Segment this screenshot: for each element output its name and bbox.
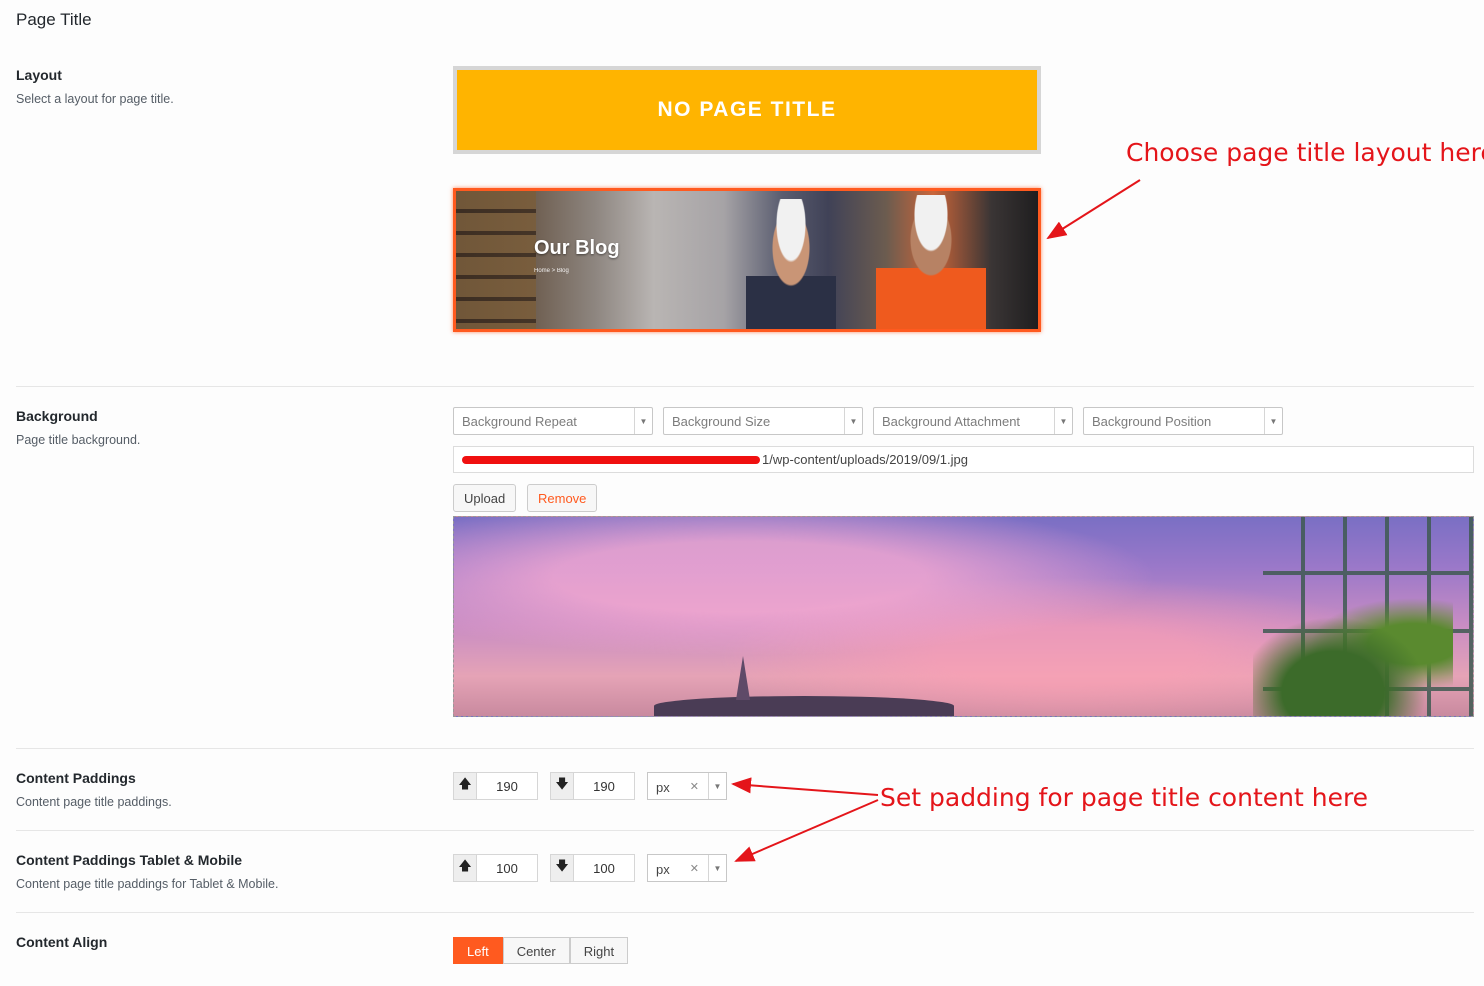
divider (16, 386, 1474, 387)
hill-silhouette (654, 696, 954, 716)
chevron-down-icon: ▼ (1054, 408, 1072, 434)
arrow-up-icon: 🡅 (453, 772, 477, 800)
mobile-padding-top-input[interactable]: 100 (477, 854, 538, 882)
content-paddings-mobile-label: Content Paddings Tablet & Mobile (16, 852, 243, 868)
mobile-padding-bottom-group: 🡇 100 (550, 854, 635, 882)
content-align-buttons: Left Center Right (453, 937, 629, 964)
clear-icon[interactable]: ✕ (690, 780, 699, 793)
divider (16, 830, 1474, 831)
padding-bottom-input[interactable]: 190 (574, 772, 635, 800)
divider (16, 912, 1474, 913)
annotation-layout: Choose page title layout here (1126, 138, 1484, 167)
background-label: Background (16, 408, 98, 424)
arrow-down-icon: 🡇 (550, 854, 574, 882)
arrow-to-padding (731, 777, 879, 796)
chevron-down-icon: ▼ (708, 855, 726, 881)
padding-bottom-group: 🡇 190 (550, 772, 635, 800)
background-attachment-placeholder: Background Attachment (882, 414, 1021, 429)
arrow-to-layout (1046, 179, 1141, 240)
background-size-select[interactable]: Background Size ▼ (663, 407, 863, 435)
pagoda-spire (736, 656, 750, 700)
layout-label: Layout (16, 67, 62, 83)
page-title: Page Title (16, 10, 92, 29)
padding-unit-select[interactable]: px ✕ ▼ (647, 772, 727, 800)
mobile-padding-top-group: 🡅 100 (453, 854, 538, 882)
chevron-down-icon: ▼ (1264, 408, 1282, 434)
align-right-button[interactable]: Right (569, 937, 629, 964)
content-paddings-label: Content Paddings (16, 770, 136, 786)
redaction-mark (462, 456, 760, 464)
warehouse-shelf-image (456, 191, 536, 329)
background-repeat-select[interactable]: Background Repeat ▼ (453, 407, 653, 435)
mobile-padding-bottom-input[interactable]: 100 (574, 854, 635, 882)
annotation-padding: Set padding for page title content here (880, 783, 1369, 812)
padding-unit-value: px (656, 780, 670, 795)
layout-description: Select a layout for page title. (16, 92, 174, 106)
layout-preview-title: Our Blog (534, 237, 620, 259)
remove-button[interactable]: Remove (527, 484, 598, 512)
padding-top-group: 🡅 190 (453, 772, 538, 800)
mobile-padding-unit-value: px (656, 862, 670, 877)
worker-image (746, 199, 836, 329)
background-attachment-select[interactable]: Background Attachment ▼ (873, 407, 1073, 435)
clear-icon[interactable]: ✕ (690, 862, 699, 875)
upload-button[interactable]: Upload (453, 484, 517, 512)
align-left-button[interactable]: Left (453, 937, 503, 964)
chevron-down-icon: ▼ (708, 773, 726, 799)
background-position-select[interactable]: Background Position ▼ (1083, 407, 1283, 435)
plant-image (1253, 596, 1453, 716)
mobile-padding-unit-select[interactable]: px ✕ ▼ (647, 854, 727, 882)
layout-option-no-title-label: NO PAGE TITLE (657, 98, 837, 121)
background-preview-image (453, 516, 1474, 717)
layout-option-image-title[interactable]: Our Blog Home > Blog (453, 188, 1041, 332)
worker-image (876, 195, 986, 329)
padding-top-input[interactable]: 190 (477, 772, 538, 800)
chevron-down-icon: ▼ (634, 408, 652, 434)
background-position-placeholder: Background Position (1092, 414, 1212, 429)
arrow-down-icon: 🡇 (550, 772, 574, 800)
chevron-down-icon: ▼ (844, 408, 862, 434)
background-size-placeholder: Background Size (672, 414, 771, 429)
content-paddings-description: Content page title paddings. (16, 795, 172, 809)
divider (16, 748, 1474, 749)
layout-option-no-title[interactable]: NO PAGE TITLE (453, 66, 1041, 154)
layout-preview-breadcrumb: Home > Blog (534, 268, 569, 274)
background-description: Page title background. (16, 433, 141, 447)
arrow-up-icon: 🡅 (453, 854, 477, 882)
align-center-button[interactable]: Center (502, 937, 570, 964)
content-paddings-mobile-description: Content page title paddings for Tablet &… (16, 877, 279, 891)
content-align-label: Content Align (16, 934, 108, 950)
background-repeat-placeholder: Background Repeat (462, 414, 577, 429)
